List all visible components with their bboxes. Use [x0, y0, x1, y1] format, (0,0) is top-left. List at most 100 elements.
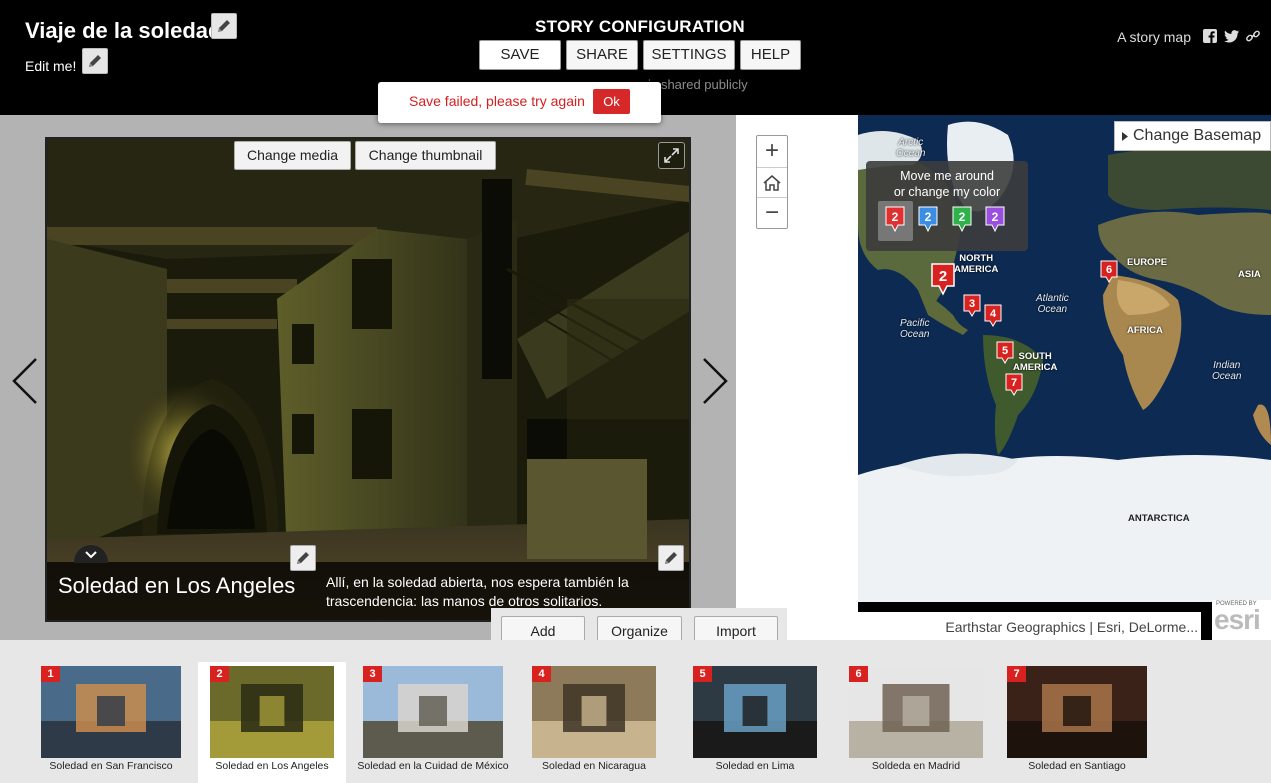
map-marker-5[interactable]: 5	[996, 341, 1014, 365]
marker-number: 6	[1106, 264, 1112, 276]
edit-caption-text-button[interactable]	[658, 545, 684, 571]
thumbnail-image	[1007, 666, 1147, 758]
map-marker-3[interactable]: 3	[963, 294, 981, 318]
collapse-caption-button[interactable]	[74, 545, 108, 563]
fullscreen-button[interactable]	[658, 142, 685, 169]
thumbnail-number: 3	[363, 666, 382, 682]
config-title: STORY CONFIGURATION	[534, 17, 746, 36]
save-failed-popup: Save failed, please try again Ok	[378, 82, 661, 123]
thumbnail-label: Soledad en Santiago	[1028, 760, 1126, 772]
map-marker-2[interactable]: 2	[930, 262, 956, 296]
pencil-icon	[89, 55, 101, 67]
thumbnail-number: 6	[849, 666, 868, 682]
map-marker-7[interactable]: 7	[1005, 373, 1023, 397]
zoom-in-button[interactable]: +	[757, 136, 787, 167]
marker-number: 7	[1011, 377, 1017, 389]
label-atlantic-ocean: Atlantic Ocean	[1036, 293, 1069, 315]
marker-number: 5	[1002, 345, 1008, 357]
thumbnail-image	[41, 666, 181, 758]
label-africa: AFRICA	[1127, 325, 1163, 336]
home-button[interactable]	[757, 167, 787, 198]
ok-button[interactable]: Ok	[593, 89, 630, 114]
thumbnail-image	[849, 666, 983, 758]
caption-text: Allí, en la soledad abierta, nos espera …	[326, 574, 629, 609]
chevron-down-icon	[85, 551, 97, 559]
caret-right-icon	[1122, 132, 1128, 141]
edit-caption-title-button[interactable]	[290, 545, 316, 571]
thumbnail-label: Soledad en Los Angeles	[215, 760, 329, 772]
thumbnail-number: 1	[41, 666, 60, 682]
help-button[interactable]: HELP	[740, 40, 801, 70]
pencil-icon	[218, 20, 230, 32]
thumbnail-number: 7	[1007, 666, 1026, 682]
marker-number: 2	[925, 210, 932, 224]
carousel-thumbnail-1[interactable]	[41, 666, 181, 758]
change-thumbnail-button[interactable]: Change thumbnail	[355, 141, 496, 170]
thumbnail-label: Soledad en San Francisco	[49, 760, 173, 772]
marker-number: 2	[939, 268, 947, 285]
map-left-strip	[736, 115, 858, 640]
pencil-icon	[297, 552, 309, 564]
thumbnail-number: 4	[532, 666, 551, 682]
label-south-america: SOUTH AMERICA	[1013, 351, 1058, 373]
marker-number: 2	[992, 210, 999, 224]
twitter-icon[interactable]	[1224, 28, 1240, 44]
label-antarctica: ANTARCTICA	[1128, 513, 1190, 524]
thumbnail-label: Soledad en Nicaragua	[542, 760, 646, 772]
color-option-purple[interactable]: 2	[985, 206, 1005, 232]
home-icon	[763, 175, 781, 191]
share-button[interactable]: SHARE	[566, 40, 638, 70]
marker-number: 3	[969, 298, 975, 310]
brand-label: A story map	[1117, 29, 1191, 45]
change-media-button[interactable]: Change media	[234, 141, 351, 170]
color-option-blue[interactable]: 2	[918, 206, 938, 232]
zoom-controls: + −	[756, 135, 788, 229]
next-arrow-icon[interactable]	[700, 355, 730, 407]
map-marker-6[interactable]: 6	[1100, 260, 1118, 284]
map-marker-4[interactable]: 4	[984, 304, 1002, 328]
thumbnail-number: 5	[693, 666, 712, 682]
zoom-out-button[interactable]: −	[757, 198, 787, 229]
previous-arrow-icon[interactable]	[10, 355, 40, 407]
label-indian-ocean: Indian Ocean	[1212, 360, 1242, 382]
edit-subtitle-button[interactable]	[82, 48, 108, 74]
facebook-icon[interactable]	[1202, 28, 1218, 44]
pencil-icon	[665, 552, 677, 564]
caption-title: Soledad en Los Angeles	[58, 573, 296, 598]
change-basemap-button[interactable]: Change Basemap	[1114, 121, 1271, 151]
carousel-thumbnail-3[interactable]	[363, 666, 503, 758]
expand-icon	[664, 148, 679, 163]
esri-wordmark: esri	[1214, 604, 1261, 635]
basemap-label: Change Basemap	[1133, 127, 1262, 144]
label-arctic-ocean: Arctic Ocean	[896, 137, 926, 159]
label-asia: ASIA	[1238, 269, 1261, 280]
settings-button[interactable]: SETTINGS	[643, 40, 735, 70]
story-subtitle: Edit me!	[25, 58, 77, 74]
color-picker-hint: Move me around or change my color	[866, 168, 1028, 200]
save-failed-message: Save failed, please try again	[409, 93, 585, 109]
story-title: Viaje de la soledad	[25, 18, 222, 43]
hint-line-1: Move me around	[900, 169, 994, 183]
save-button[interactable]: SAVE	[479, 40, 561, 70]
link-icon[interactable]	[1245, 28, 1261, 44]
thumbnail-label: Soledad en la Cuidad de México	[357, 760, 509, 772]
marker-number: 2	[959, 210, 966, 224]
marker-number: 4	[990, 308, 997, 320]
map-attribution: Earthstar Geographics | Esri, DeLorme...	[858, 612, 1201, 640]
label-north-america: NORTH AMERICA	[954, 253, 999, 275]
color-option-green[interactable]: 2	[952, 206, 972, 232]
carousel-thumbnail-7[interactable]	[1007, 666, 1147, 758]
label-pacific-ocean: Pacific Ocean	[900, 318, 930, 340]
hint-line-2: or change my color	[893, 185, 1001, 199]
media-image	[45, 137, 691, 622]
label-europe: EUROPE	[1127, 257, 1168, 268]
thumbnail-label: Soldeda en Madrid	[871, 760, 961, 772]
thumbnail-number: 2	[210, 666, 229, 682]
color-option-red[interactable]: 2	[885, 206, 905, 232]
edit-title-button[interactable]	[211, 13, 237, 39]
esri-logo: POWERED BY esri	[1212, 600, 1271, 640]
carousel-thumbnail-6[interactable]	[849, 666, 983, 758]
marker-number: 2	[892, 210, 899, 224]
thumbnail-image	[363, 666, 503, 758]
abandoned-building-photo	[47, 139, 689, 620]
